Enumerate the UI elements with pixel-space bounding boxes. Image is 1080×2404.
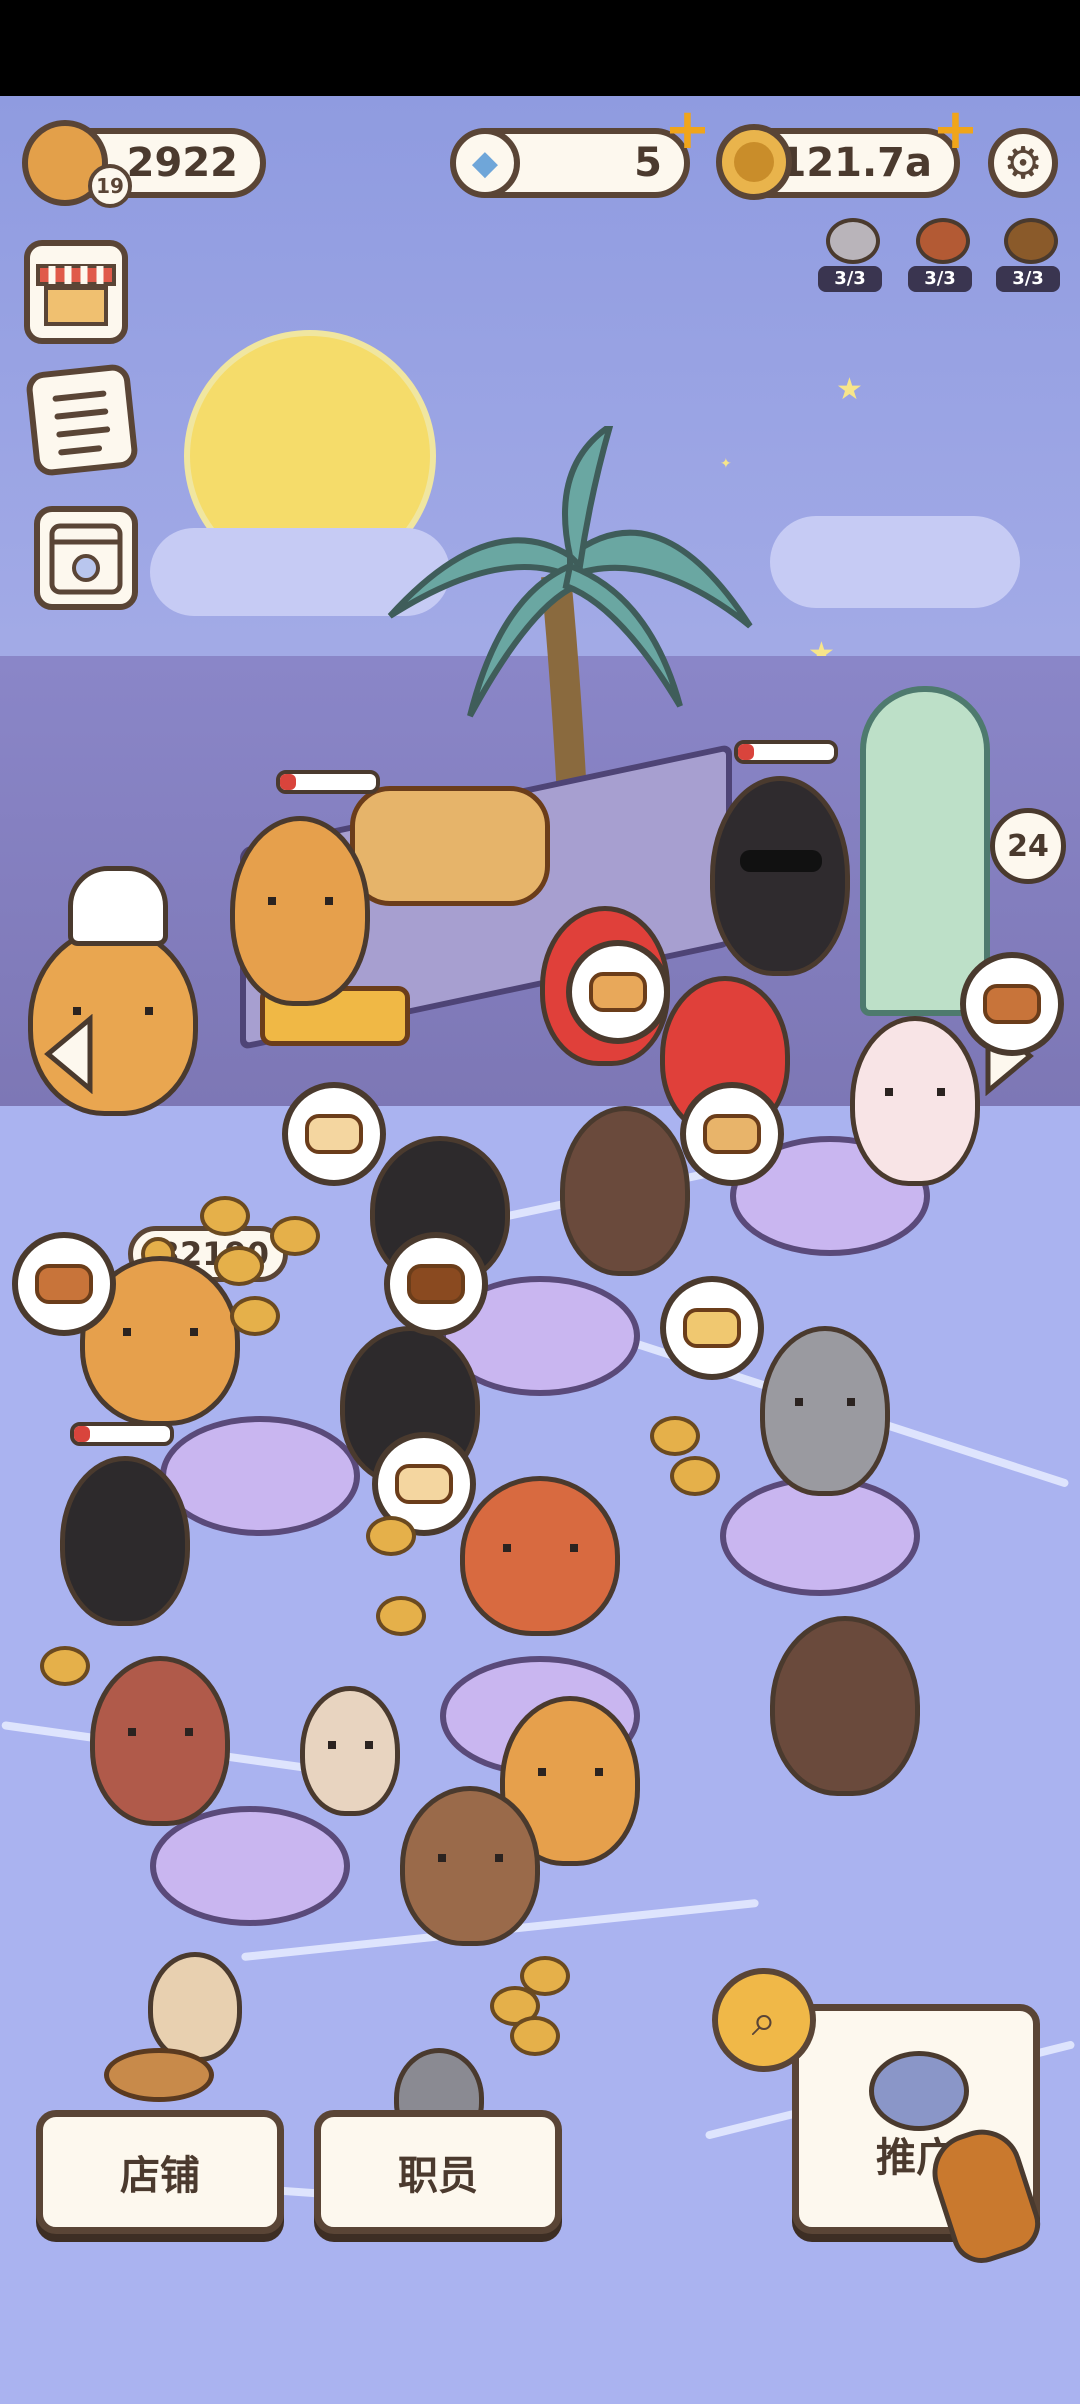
dropped-coin[interactable] xyxy=(270,1216,320,1256)
dropped-coin[interactable] xyxy=(200,1196,250,1236)
customer-bear[interactable] xyxy=(400,1786,540,1946)
shop-stall-button[interactable] xyxy=(24,240,128,344)
customer-fox[interactable] xyxy=(90,1656,230,1826)
bread-display xyxy=(350,786,550,906)
dropped-coin[interactable] xyxy=(650,1416,700,1456)
cloud xyxy=(770,516,1020,608)
staff-progress-bar xyxy=(734,740,838,764)
customer-rabbit[interactable] xyxy=(850,1016,980,1186)
add-gems-button[interactable]: + xyxy=(664,102,711,158)
dropped-coin[interactable] xyxy=(670,1456,720,1496)
gem-counter-value: 5 xyxy=(634,140,662,186)
order-bubble[interactable] xyxy=(282,1082,386,1186)
helper-face-icon xyxy=(1004,218,1058,264)
customer-cat-bowtie[interactable] xyxy=(60,1456,190,1626)
order-bubble[interactable] xyxy=(680,1082,784,1186)
bread-counter-value: 2922 xyxy=(126,140,238,186)
dropped-coin[interactable] xyxy=(366,1516,416,1556)
calendar-button[interactable] xyxy=(34,506,138,610)
order-bubble[interactable] xyxy=(566,940,670,1044)
settings-button[interactable]: ⚙ xyxy=(988,128,1058,198)
customer-hamster[interactable] xyxy=(300,1686,400,1816)
boost-count: 3/3 xyxy=(818,266,882,292)
helper-boost[interactable]: 3/3 xyxy=(818,218,888,292)
order-bubble[interactable] xyxy=(660,1276,764,1380)
customer-raccoon[interactable] xyxy=(760,1326,890,1496)
helper-face-icon xyxy=(916,218,970,264)
staff-button[interactable]: 职员 xyxy=(314,2110,562,2234)
staff-progress-bar xyxy=(276,770,380,794)
customer-tanuki[interactable] xyxy=(560,1106,690,1276)
chef-hat-icon xyxy=(68,866,168,946)
wooden-stool xyxy=(104,2048,214,2102)
boost-count: 3/3 xyxy=(996,266,1060,292)
boost-count: 3/3 xyxy=(908,266,972,292)
diamond-icon: ◆ xyxy=(450,128,520,198)
order-bubble[interactable] xyxy=(12,1232,116,1336)
order-bubble[interactable] xyxy=(384,1232,488,1336)
helper-boost[interactable]: 3/3 xyxy=(996,218,1066,292)
staff-fox[interactable] xyxy=(230,816,370,1006)
dropped-coin[interactable] xyxy=(376,1596,426,1636)
fan-icon[interactable]: ⌕ xyxy=(712,1968,816,2072)
star: ★ xyxy=(836,372,863,407)
dropped-coin[interactable] xyxy=(230,1296,280,1336)
promotion-character-icon xyxy=(869,2051,969,2131)
shop-stall-icon xyxy=(36,264,116,326)
calendar-icon xyxy=(49,523,123,595)
coin-icon xyxy=(716,124,792,200)
dropped-coin[interactable] xyxy=(510,2016,560,2056)
order-list-button[interactable] xyxy=(24,362,140,478)
dropped-coin[interactable] xyxy=(214,1246,264,1286)
scroll-left-arrow-icon[interactable] xyxy=(40,1014,100,1094)
helper-boost[interactable]: 3/3 xyxy=(908,218,978,292)
shop-button[interactable]: 店铺 xyxy=(36,2110,284,2234)
staff-button-label: 职员 xyxy=(398,2153,478,2199)
coin-counter-value: 121.7a xyxy=(778,140,932,186)
waiting-count-bubble[interactable]: 24 xyxy=(990,808,1066,884)
sunglasses-icon xyxy=(740,850,822,872)
staff-black-cat[interactable] xyxy=(710,776,850,976)
add-coins-button[interactable]: + xyxy=(932,102,979,158)
shop-button-label: 店铺 xyxy=(120,2153,200,2199)
dropped-coin[interactable] xyxy=(40,1646,90,1686)
helper-face-icon xyxy=(826,218,880,264)
stool-hamster xyxy=(148,1952,242,2062)
seashell-table[interactable] xyxy=(160,1416,360,1536)
customer-red-panda[interactable] xyxy=(460,1476,620,1636)
order-bubble[interactable] xyxy=(960,952,1064,1056)
gear-icon: ⚙ xyxy=(1003,137,1043,189)
customer-mouse[interactable] xyxy=(770,1616,920,1796)
order-list-icon xyxy=(52,390,111,456)
player-level-badge: 19 xyxy=(88,164,132,208)
entrance-door[interactable] xyxy=(860,686,990,1016)
